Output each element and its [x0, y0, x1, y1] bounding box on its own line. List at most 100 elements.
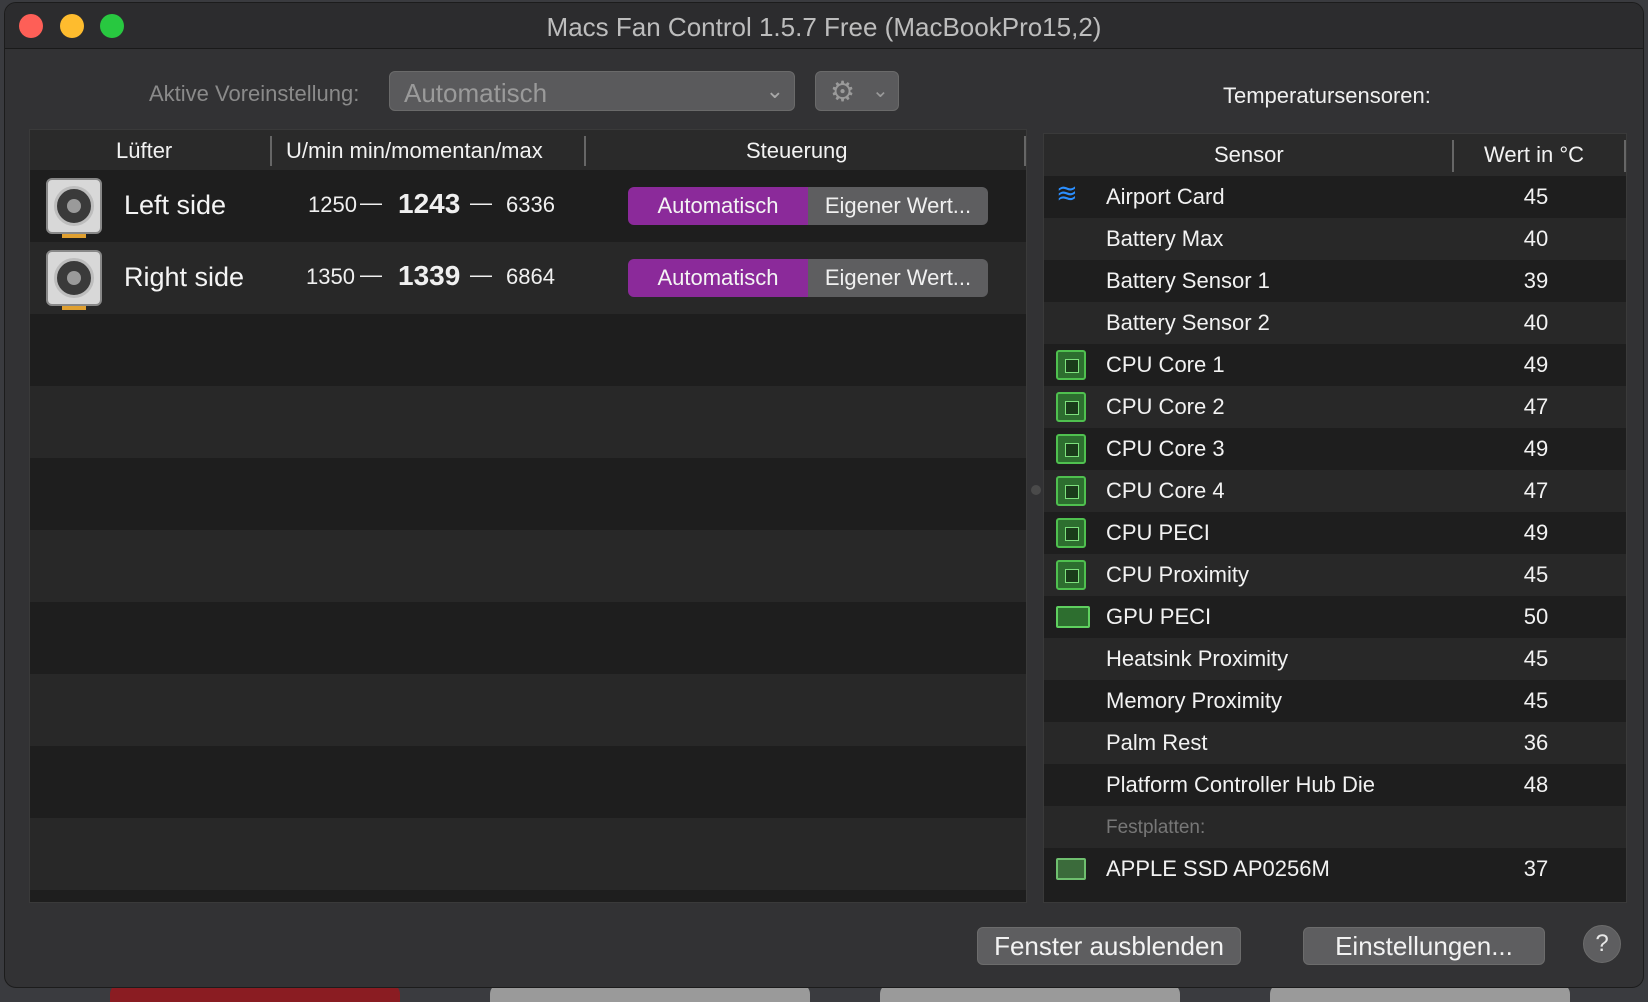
- empty-row: [30, 458, 1026, 530]
- sensor-row[interactable]: Heatsink Proximity 45: [1044, 638, 1626, 680]
- sensor-row[interactable]: CPU Core 1 49: [1044, 344, 1626, 386]
- settings-button[interactable]: Einstellungen...: [1303, 927, 1545, 965]
- cpu-chip-icon: [1056, 476, 1086, 506]
- help-button[interactable]: ?: [1583, 925, 1621, 963]
- fan-row-left-side[interactable]: Left side 1250 — 1243 — 6336 Automatisch…: [30, 170, 1026, 242]
- fan-current-rpm: 1243: [398, 188, 461, 219]
- sensor-row[interactable]: CPU Proximity 45: [1044, 554, 1626, 596]
- fan-table-header: Lüfter U/min min/momentan/max Steuerung: [30, 130, 1026, 170]
- sensor-row[interactable]: ≋ Airport Card 45: [1044, 176, 1626, 218]
- split-view-divider-handle[interactable]: [1031, 485, 1041, 495]
- sensor-value: 47: [1523, 394, 1549, 419]
- empty-row: [30, 818, 1026, 890]
- preset-select-value: Automatisch: [404, 78, 548, 108]
- column-header-rpm[interactable]: U/min min/momentan/max: [286, 138, 543, 164]
- sensor-table-header: Sensor Wert in °C: [1044, 134, 1626, 176]
- sensor-row[interactable]: Memory Proximity 45: [1044, 680, 1626, 722]
- sensor-row[interactable]: CPU PECI 49: [1044, 512, 1626, 554]
- sensor-value: 45: [1523, 184, 1549, 209]
- sensor-name: Heatsink Proximity: [1106, 646, 1289, 671]
- column-header-sensor[interactable]: Sensor: [1214, 142, 1284, 168]
- sensor-name: CPU Core 1: [1106, 352, 1225, 377]
- column-divider: [1452, 140, 1454, 172]
- sensor-row[interactable]: CPU Core 2 47: [1044, 386, 1626, 428]
- sensor-value: 49: [1523, 436, 1549, 461]
- sensor-row[interactable]: Palm Rest 36: [1044, 722, 1626, 764]
- column-header-value[interactable]: Wert in °C: [1484, 142, 1584, 168]
- fan-min-rpm: 1250: [308, 192, 357, 217]
- sensor-name: CPU Proximity: [1106, 562, 1250, 587]
- column-divider: [1024, 136, 1026, 166]
- sensor-row[interactable]: Platform Controller Hub Die 48: [1044, 764, 1626, 806]
- sensor-value: 39: [1523, 268, 1549, 293]
- sensor-row[interactable]: Battery Sensor 1 39: [1044, 260, 1626, 302]
- cpu-chip-icon: [1056, 434, 1086, 464]
- fan-max-rpm: 6864: [506, 264, 555, 289]
- sensor-value: 50: [1523, 604, 1549, 629]
- preset-label: Aktive Voreinstellung:: [149, 81, 360, 106]
- preset-select[interactable]: Automatisch ⌄: [389, 71, 795, 111]
- sensor-value: 45: [1523, 562, 1549, 587]
- cpu-chip-icon: [1056, 518, 1086, 548]
- sensor-name: Platform Controller Hub Die: [1106, 772, 1375, 797]
- sensor-value: 49: [1523, 520, 1549, 545]
- fan-control-segmented: Automatisch Eigener Wert...: [628, 187, 988, 225]
- custom-value-button[interactable]: Eigener Wert...: [808, 187, 988, 225]
- column-divider: [584, 136, 586, 166]
- sensor-value: 37: [1523, 856, 1549, 881]
- sensors-title: Temperatursensoren:: [1223, 83, 1431, 108]
- gpu-card-icon: [1056, 606, 1090, 628]
- sensor-name: CPU Core 4: [1106, 478, 1225, 503]
- chevron-down-icon: ⌄: [765, 78, 784, 103]
- sensor-row[interactable]: APPLE SSD AP0256M 37: [1044, 848, 1626, 890]
- fan-row-right-side[interactable]: Right side 1350 — 1339 — 6864 Automatisc…: [30, 242, 1026, 314]
- sensor-table: Sensor Wert in °C ≋ Airport Card 45 Battery…: [1043, 133, 1627, 903]
- auto-control-button[interactable]: Automatisch: [628, 187, 808, 225]
- app-window: Macs Fan Control 1.5.7 Free (MacBookPro1…: [4, 2, 1644, 988]
- fan-name: Left side: [124, 190, 227, 220]
- sensor-row[interactable]: Battery Max 40: [1044, 218, 1626, 260]
- sensor-value: 40: [1523, 226, 1549, 251]
- chevron-down-icon: ⌄: [872, 80, 889, 102]
- gear-icon: ⚙: [830, 76, 856, 107]
- sensor-value: 36: [1523, 730, 1549, 755]
- empty-row: [30, 386, 1026, 458]
- sensor-name: Battery Sensor 1: [1106, 268, 1270, 293]
- empty-row: [30, 314, 1026, 386]
- sensor-name: Memory Proximity: [1106, 688, 1283, 713]
- sensor-name: CPU PECI: [1106, 520, 1210, 545]
- fan-icon: [46, 250, 102, 310]
- sensor-row[interactable]: Battery Sensor 2 40: [1044, 302, 1626, 344]
- ssd-icon: [1056, 858, 1086, 880]
- sensor-row[interactable]: CPU Core 3 49: [1044, 428, 1626, 470]
- auto-control-button[interactable]: Automatisch: [628, 259, 808, 297]
- rpm-separator: —: [360, 190, 382, 215]
- sensor-value: 45: [1523, 688, 1549, 713]
- sensor-group-row: Festplatten:: [1044, 806, 1626, 848]
- sensor-name: CPU Core 2: [1106, 394, 1225, 419]
- sensor-value: 47: [1523, 478, 1549, 503]
- cpu-chip-icon: [1056, 350, 1086, 380]
- sensor-value: 48: [1523, 772, 1549, 797]
- hide-window-button[interactable]: Fenster ausblenden: [977, 927, 1241, 965]
- fan-current-rpm: 1339: [398, 260, 461, 291]
- sensor-name: CPU Core 3: [1106, 436, 1225, 461]
- wifi-icon: ≋: [1056, 178, 1078, 208]
- custom-value-button[interactable]: Eigener Wert...: [808, 259, 988, 297]
- rpm-separator: —: [360, 262, 382, 287]
- cpu-chip-icon: [1056, 560, 1086, 590]
- column-header-control[interactable]: Steuerung: [746, 138, 848, 164]
- column-divider: [270, 136, 272, 166]
- rpm-separator: —: [470, 190, 492, 215]
- sensor-row[interactable]: CPU Core 4 47: [1044, 470, 1626, 512]
- column-header-fan[interactable]: Lüfter: [116, 138, 172, 164]
- fan-name: Right side: [124, 262, 245, 292]
- sensor-name: Palm Rest: [1106, 730, 1208, 755]
- sensor-value: 49: [1523, 352, 1549, 377]
- gear-menu-button[interactable]: ⚙ ⌄: [815, 71, 899, 111]
- sensor-name: Battery Sensor 2: [1106, 310, 1270, 335]
- title-bar[interactable]: Macs Fan Control 1.5.7 Free (MacBookPro1…: [5, 3, 1643, 49]
- cpu-chip-icon: [1056, 392, 1086, 422]
- sensor-row[interactable]: GPU PECI 50: [1044, 596, 1626, 638]
- sensor-name: Airport Card: [1106, 184, 1225, 209]
